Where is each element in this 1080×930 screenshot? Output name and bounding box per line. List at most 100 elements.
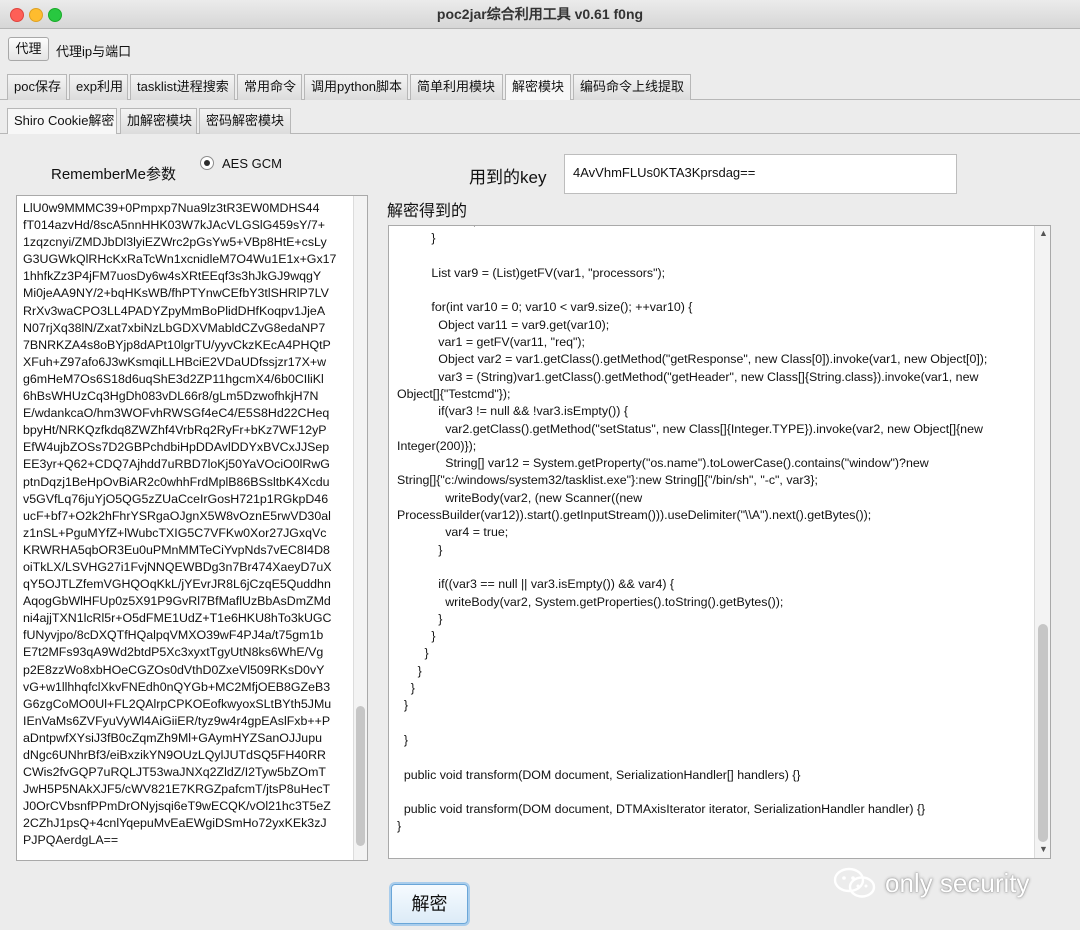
tab-decrypt-module[interactable]: 解密模块 bbox=[505, 74, 571, 100]
rememberme-line: J0OrCVbsnfPPmDrONyjsqi6eT9wECQK/vOl21hc3… bbox=[23, 799, 331, 814]
rememberme-line: Mi0jeAA9NY/2+bqHKsWB/fhPTYnwCEfbY3tlSHRl… bbox=[23, 286, 329, 301]
rememberme-line: 7BNRKZA4s8oBYjp8dAPt10lgrTU/yyvCkzKEcA4P… bbox=[23, 337, 331, 352]
code-line: writeBody(var2, System.getProperties().t… bbox=[397, 594, 784, 609]
code-line: String[] var12 = System.getProperty("os.… bbox=[397, 456, 929, 471]
tab-python-script[interactable]: 调用python脚本 bbox=[304, 74, 408, 100]
code-line: public void transform(DOM document, Seri… bbox=[397, 767, 801, 782]
rememberme-line: LlU0w9MMMC39+0Pmpxp7Nua9lz3tR3EW0MDHS44 bbox=[23, 201, 320, 215]
rememberme-line: ni4ajjTXN1lcRl5r+O5dFME1UdZ+T1e6HKU8hTo3… bbox=[23, 611, 332, 626]
rememberme-line: 1zqzcnyi/ZMDJbDl3lyiEZWrc2pGsYw5+VBp8HtE… bbox=[23, 235, 327, 250]
tab-encode-command[interactable]: 编码命令上线提取 bbox=[573, 74, 691, 100]
rememberme-line: RrXv3waCPO3LL4PADYZpyMmBoPlidDHfKoqpv1Jj… bbox=[23, 303, 326, 318]
code-line: if(var3 != null && !var3.isEmpty()) { bbox=[397, 404, 629, 419]
code-line: Object var11 = var9.get(var10); bbox=[397, 317, 610, 332]
rememberme-line: oiTkLX/LSVHG27i1FvjNNQEWBDg3n7Br474XaeyD… bbox=[23, 559, 332, 574]
tab-shiro-cookie-decrypt[interactable]: Shiro Cookie解密 bbox=[7, 108, 117, 134]
code-line: } bbox=[397, 629, 436, 644]
window-title: poc2jar综合利用工具 v0.61 f0ng bbox=[436, 6, 644, 22]
key-label: 用到的key bbox=[469, 168, 547, 187]
code-line: Object var2 = var1.getClass().getMethod(… bbox=[397, 352, 988, 367]
code-line: Object[]{"Testcmd"}); bbox=[397, 386, 511, 401]
code-line: } bbox=[397, 681, 415, 696]
rememberme-line: z1nSL+PguMYfZ+lWubcTXIG5C7VFKw0Xor27JGxq… bbox=[23, 525, 327, 540]
rememberme-line: g6mHeM7Os6S18d6uqShE3d2ZP11hgcmX4/6b0CIl… bbox=[23, 371, 324, 386]
rememberme-line: E/wdankcaO/hm3WOFvhRWSGf4eC4/E5S8Hd22CHe… bbox=[23, 406, 330, 421]
rememberme-line: v5GVfLq76juYjO5QG5zZUaCceIrGosH721p1RGkp… bbox=[23, 491, 329, 506]
tab-exp-use[interactable]: exp利用 bbox=[69, 74, 128, 100]
tab-encrypt-decrypt[interactable]: 加解密模块 bbox=[120, 108, 197, 134]
rememberme-line: CWis2fvGQP7uRQLJT53waJNXq2ZldZ/I2Tyw5bZO… bbox=[23, 765, 326, 780]
code-line: String[]{"c:/windows/system32/tasklist.e… bbox=[397, 473, 819, 488]
rememberme-line: G3UGWkQlRHcKxRaTcWn1xcnidleM7O4Wu1E1x+Gx… bbox=[23, 252, 337, 267]
rememberme-textarea[interactable]: LlU0w9MMMC39+0Pmpxp7Nua9lz3tR3EW0MDHS44 f… bbox=[16, 195, 368, 861]
code-line: writeBody(var2, (new Scanner((new bbox=[397, 490, 643, 505]
code-line: ProcessBuilder(var12)).start().getInputS… bbox=[397, 508, 872, 523]
tab-tasklist-search[interactable]: tasklist进程搜索 bbox=[130, 74, 235, 100]
code-line: } bbox=[397, 231, 436, 246]
rememberme-line: 2CZhJ1psQ+4cnlYqepuMvEaEWgiDSmHo72yxKEk3… bbox=[23, 816, 327, 831]
code-line: for(int var10 = 0; var10 < var9.size(); … bbox=[397, 300, 693, 315]
tab-simple-exploit[interactable]: 简单利用模块 bbox=[410, 74, 503, 100]
result-scroll-thumb[interactable] bbox=[1038, 624, 1048, 842]
rememberme-line: E7t2MFs93qA9Wd2btdP5Xc3xyxtTgyUtN8ks6WhE… bbox=[23, 645, 324, 660]
rememberme-line: PJPQAerdgLA== bbox=[23, 833, 119, 848]
rememberme-line: ptnDqzj1BeHpOvBiAR2c0whhFrdMplB86BSsltbK… bbox=[23, 474, 330, 489]
scroll-down-arrow[interactable]: ▼ bbox=[1039, 844, 1048, 854]
title-bar: poc2jar综合利用工具 v0.61 f0ng bbox=[0, 0, 1080, 29]
decrypt-button[interactable]: 解密 bbox=[391, 884, 468, 924]
code-line: } bbox=[397, 819, 402, 834]
rememberme-line: fT014azvHd/8scA5nnHHK03W7kJAcVLGSlG459sY… bbox=[23, 218, 325, 233]
scroll-up-arrow[interactable]: ▲ bbox=[1039, 228, 1048, 238]
rememberme-line: bpyHt/NRKQzfkdq8ZWZhf4VrbRq2RyFr+bKz7WF1… bbox=[23, 423, 327, 438]
proxy-button[interactable]: 代理 bbox=[8, 37, 49, 61]
key-input[interactable]: 4AvVhmFLUs0KTA3Kprsdag== bbox=[564, 154, 957, 194]
rememberme-label: RememberMe参数 bbox=[51, 166, 177, 183]
code-line: } bbox=[397, 611, 443, 626]
code-line: } bbox=[397, 542, 443, 557]
rememberme-scrollbar[interactable] bbox=[353, 196, 367, 860]
watermark: only security bbox=[833, 863, 1030, 903]
rememberme-line: XFuh+Z97afo6J3wKsmqiLLHBciE2VDaUDfssjzr1… bbox=[23, 354, 327, 369]
rememberme-line: 6hBsWHUzCq3HgDh083vDL66r8/gLm5DzwofhkjH7… bbox=[23, 389, 319, 404]
rememberme-line: qY5OJTLZfemVGHQOqKkL/jYEvrJR8L6jCzqE5Qud… bbox=[23, 577, 331, 592]
aes-gcm-radio[interactable] bbox=[200, 156, 214, 170]
tab-password-decrypt[interactable]: 密码解密模块 bbox=[199, 108, 291, 134]
code-line: var4 = true; bbox=[397, 525, 509, 540]
result-label: 解密得到的 bbox=[387, 203, 468, 220]
rememberme-line: JwH5P5NAkXJF5/cWV821E7KRGZpafcmT/jtsP8uH… bbox=[23, 782, 331, 797]
rememberme-line: fUNyvjpo/8cDXQTfHQalpqVMXO39wF4PJ4a/t75g… bbox=[23, 628, 324, 643]
code-line: } bbox=[397, 698, 409, 713]
aes-gcm-label: AES GCM bbox=[222, 156, 282, 171]
rememberme-line: p2E8zzWo8xbHOeCGZOs0dVthD0ZxeVl509RKsD0v… bbox=[23, 662, 325, 677]
rememberme-line: vG+w1llhhqfclXkvFNEdh0nQYGb+MC2MfjOEB8GZ… bbox=[23, 679, 331, 694]
wechat-icon bbox=[833, 867, 876, 898]
code-line: var2.getClass().getMethod("setStatus", n… bbox=[397, 421, 983, 436]
result-code: ; } List var9 = (List)getFV(var1, "proce… bbox=[397, 226, 1037, 836]
result-scrollbar[interactable]: ▲ ▼ bbox=[1034, 226, 1050, 858]
rememberme-line: KRWRHA5qbOR3Eu0uPMnMMTeCiYvpNds7vEC8I4D8 bbox=[23, 542, 330, 557]
code-line: var1 = getFV(var11, "req"); bbox=[397, 335, 585, 350]
code-line: } bbox=[397, 732, 409, 747]
rememberme-line: IEnVaMs6ZVFyuVyWl4AiGiiER/tyz9w4r4gpEAsl… bbox=[23, 713, 331, 728]
radio-selected-dot bbox=[204, 160, 210, 166]
watermark-text: only security bbox=[885, 867, 1030, 898]
rememberme-scroll-thumb[interactable] bbox=[356, 706, 365, 846]
rememberme-line: dNgc6UNhrBf3/eiBxzikYN9OUzLQylJUTdSQ5FH4… bbox=[23, 748, 326, 762]
proxy-address-label: 代理ip与端口 bbox=[56, 44, 132, 59]
tab-common-commands[interactable]: 常用命令 bbox=[237, 74, 302, 100]
code-line: public void transform(DOM document, DTMA… bbox=[397, 802, 926, 817]
result-textarea[interactable]: ; } List var9 = (List)getFV(var1, "proce… bbox=[388, 225, 1051, 859]
code-line: List var9 = (List)getFV(var1, "processor… bbox=[397, 265, 666, 280]
code-line: var3 = (String)var1.getClass().getMethod… bbox=[397, 369, 979, 384]
code-line: Integer(200)}); bbox=[397, 438, 477, 453]
rememberme-line: N07rjXq38lN/Zxat7xbiNzLbGDXVMabldCZvG8ed… bbox=[23, 320, 326, 335]
code-line: } bbox=[397, 646, 429, 661]
code-line: if((var3 == null || var3.isEmpty()) && v… bbox=[397, 577, 675, 592]
tab-poc-save[interactable]: poc保存 bbox=[7, 74, 67, 100]
